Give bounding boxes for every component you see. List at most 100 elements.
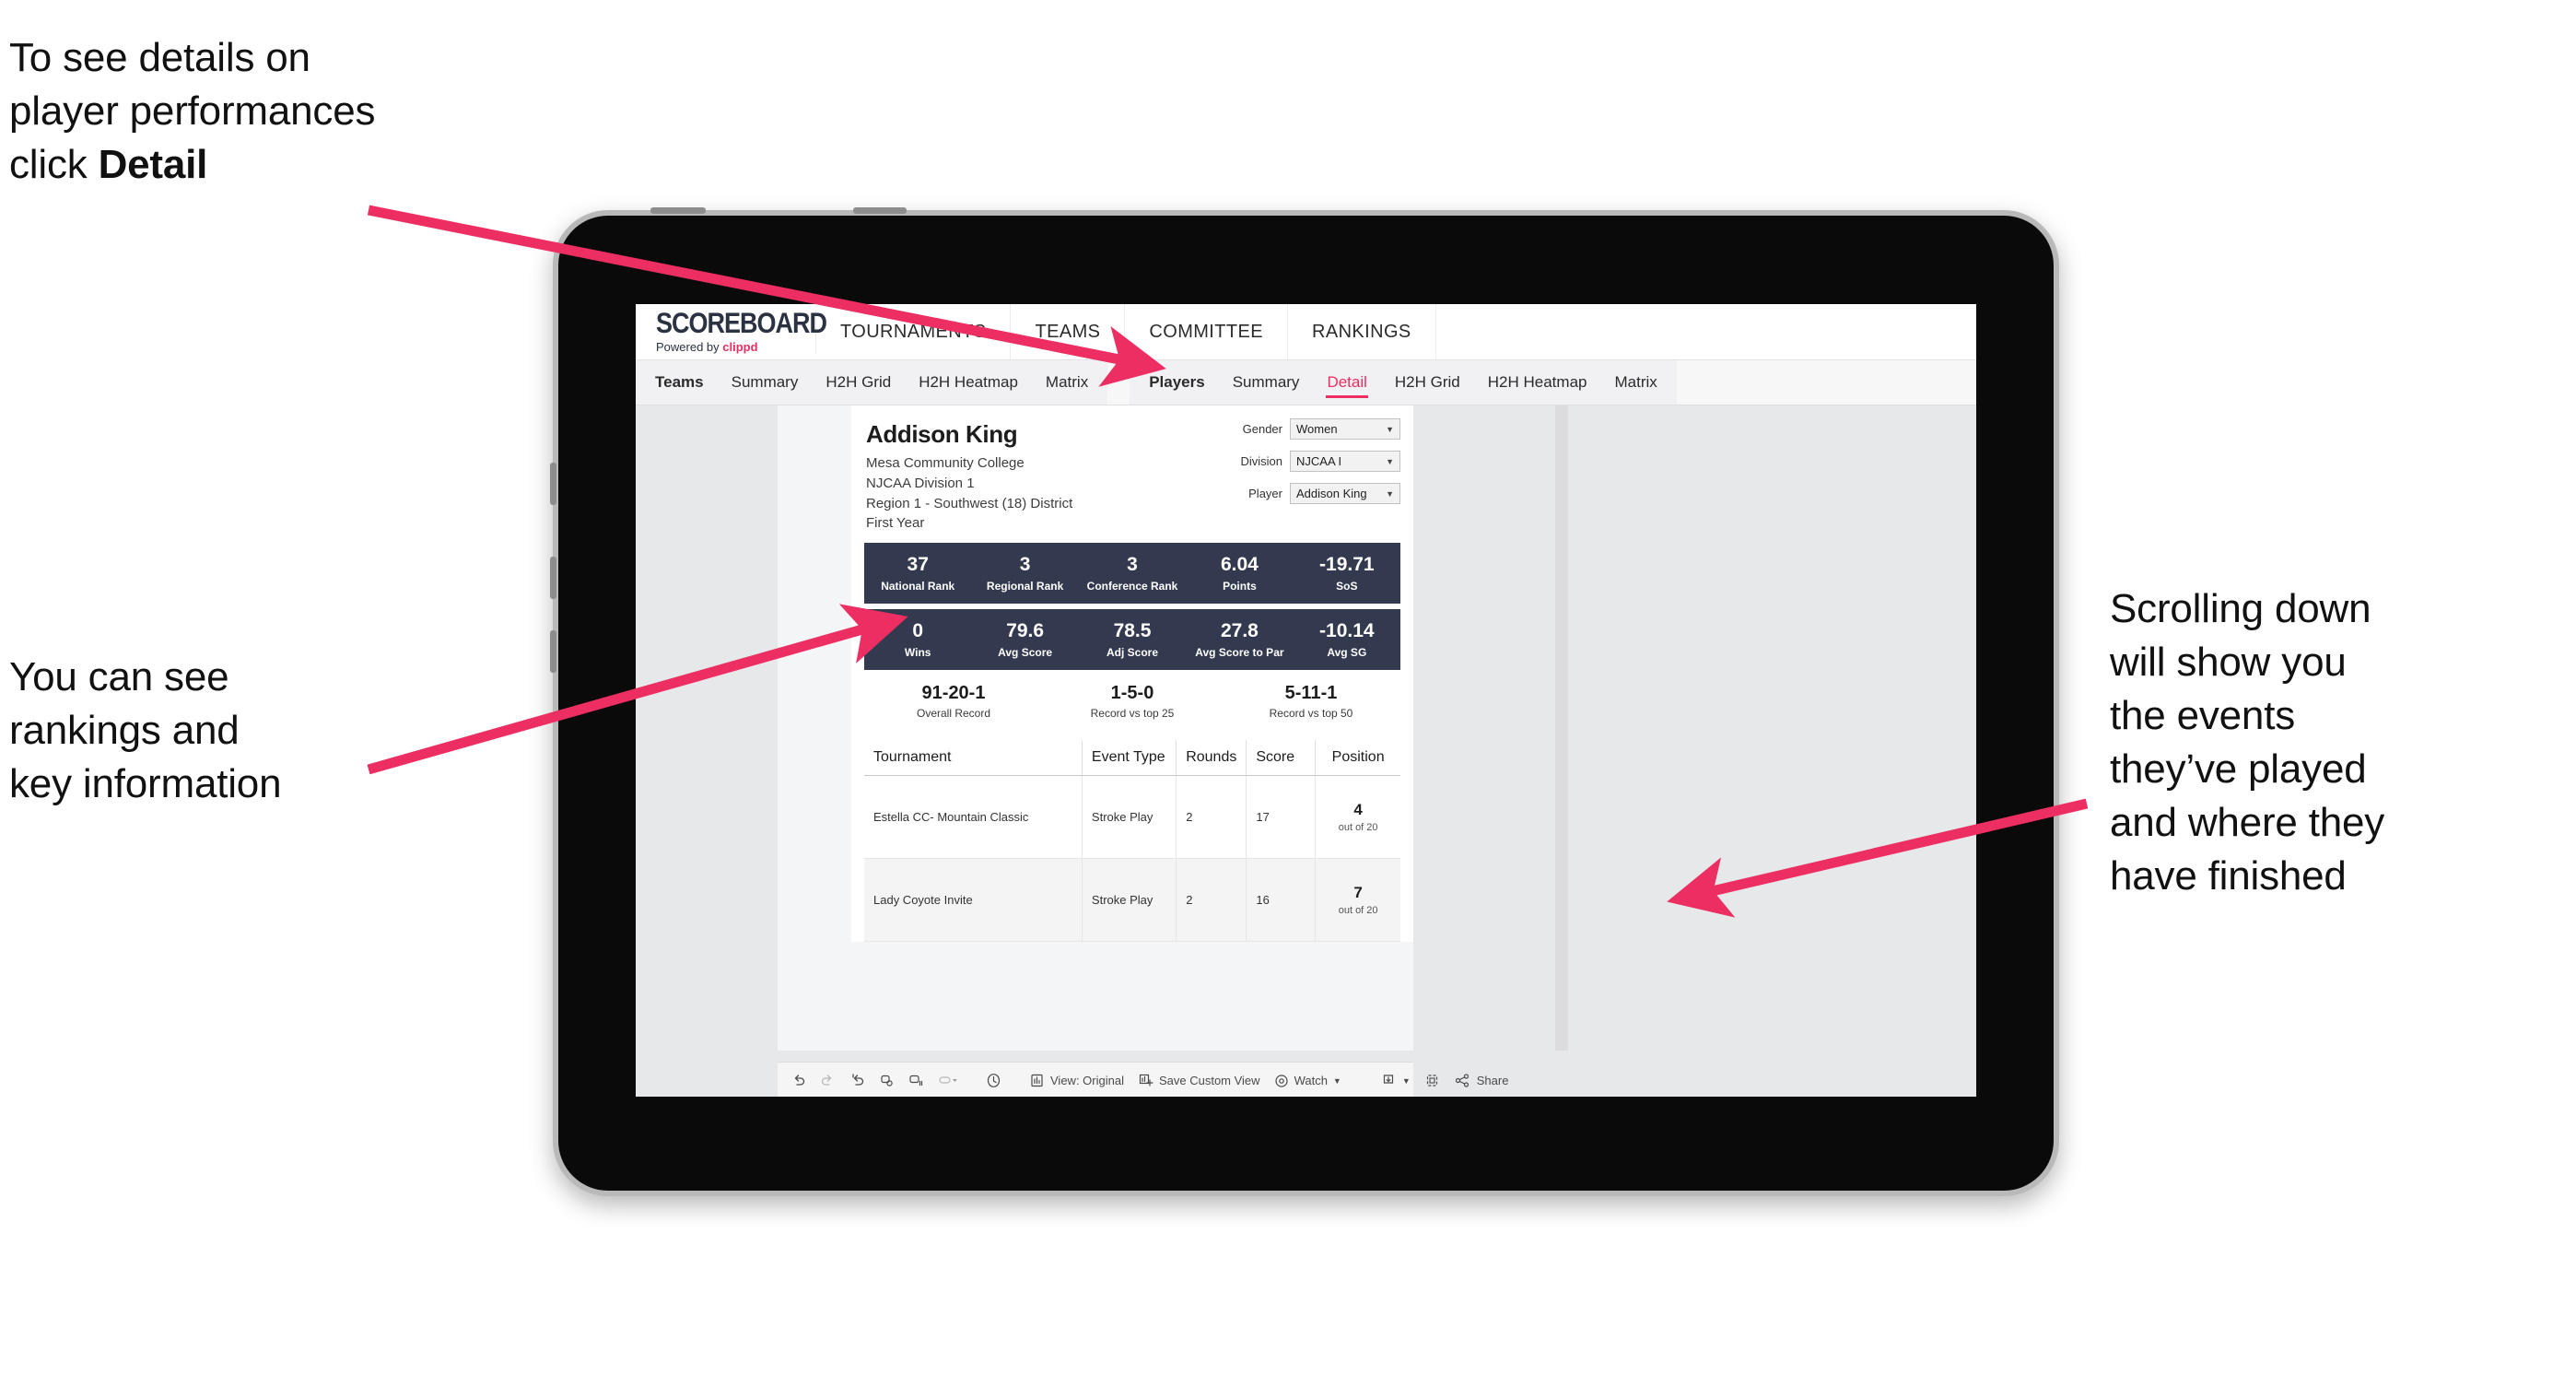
record-value: 1-5-0 bbox=[1110, 683, 1154, 703]
annotation-right-line5: and where they bbox=[2110, 800, 2385, 846]
subnav-players-h2h-grid[interactable]: H2H Grid bbox=[1381, 360, 1474, 405]
annotation-bottom-left-line1: You can see bbox=[9, 654, 229, 699]
annotation-bottom-left: You can see rankings and key information bbox=[9, 651, 442, 811]
filter-division: Division NJCAA I ▼ bbox=[1220, 451, 1400, 472]
stat-avg-sg: -10.14 Avg SG bbox=[1294, 609, 1400, 670]
player-detail-panel: Addison King Mesa Community College NJCA… bbox=[851, 405, 1413, 942]
stats-row-secondary: 0 Wins 79.6 Avg Score 78.5 Adj Score 27.… bbox=[864, 609, 1400, 670]
stat-sos: -19.71 SoS bbox=[1294, 543, 1400, 604]
revert-button[interactable] bbox=[849, 1073, 865, 1088]
stat-wins: 0 Wins bbox=[864, 609, 971, 670]
player-dropdown-value: Addison King bbox=[1296, 487, 1367, 500]
stat-value: 37 bbox=[907, 553, 929, 575]
annotation-top-left-line2: player performances bbox=[9, 88, 376, 135]
cell-position: 7 out of 20 bbox=[1315, 858, 1400, 942]
highlight-button[interactable] bbox=[938, 1073, 958, 1088]
stats-row-primary: 37 National Rank 3 Regional Rank 3 Confe… bbox=[864, 543, 1400, 604]
record-vs-top-50: 5-11-1 Record vs top 50 bbox=[1222, 683, 1400, 720]
stat-value: 0 bbox=[912, 619, 924, 641]
record-label: Overall Record bbox=[916, 707, 991, 720]
top-navigation-bar: SCOREBOARD Powered by clippd TOURNAMENTS… bbox=[636, 304, 1976, 360]
cell-event-type: Stroke Play bbox=[1082, 775, 1177, 859]
subnav-teams-h2h-grid[interactable]: H2H Grid bbox=[812, 360, 905, 405]
history-button[interactable] bbox=[985, 1072, 1002, 1089]
division-dropdown[interactable]: NJCAA I ▼ bbox=[1290, 451, 1400, 472]
stat-label: Points bbox=[1223, 580, 1257, 593]
players-tab-group: Players Summary Detail H2H Grid H2H Heat… bbox=[1130, 360, 1677, 405]
chevron-down-icon: ▼ bbox=[1386, 456, 1394, 466]
top-nav-committee[interactable]: COMMITTEE bbox=[1125, 304, 1288, 359]
top-nav-teams[interactable]: TEAMS bbox=[1011, 304, 1126, 359]
subnav-players-detail[interactable]: Detail bbox=[1313, 360, 1380, 405]
stat-value: 6.04 bbox=[1220, 553, 1259, 575]
redo-button[interactable] bbox=[820, 1073, 836, 1088]
column-header-tournament[interactable]: Tournament bbox=[864, 740, 1083, 776]
stat-regional-rank: 3 Regional Rank bbox=[971, 543, 1078, 604]
stat-label: Adj Score bbox=[1107, 646, 1159, 660]
column-header-rounds[interactable]: Rounds bbox=[1176, 740, 1247, 776]
record-label: Record vs top 50 bbox=[1269, 707, 1353, 720]
stat-value: 78.5 bbox=[1113, 619, 1152, 641]
view-icon bbox=[1031, 1074, 1043, 1087]
brand-logo[interactable]: SCOREBOARD Powered by clippd bbox=[636, 308, 827, 355]
dashboard-body: Addison King Mesa Community College NJCA… bbox=[636, 405, 1976, 1097]
brand-tagline-clippd: clippd bbox=[722, 340, 758, 355]
column-header-event-type[interactable]: Event Type bbox=[1082, 740, 1177, 776]
subnav-teams-header[interactable]: Teams bbox=[641, 360, 718, 405]
subnav-teams-h2h-heatmap[interactable]: H2H Heatmap bbox=[905, 360, 1032, 405]
sub-navigation-bar: Teams Summary H2H Grid H2H Heatmap Matri… bbox=[636, 360, 1976, 405]
stat-label: Conference Rank bbox=[1086, 580, 1178, 593]
share-label: Share bbox=[1476, 1074, 1509, 1087]
table-header-row: Tournament Event Type Rounds Score Posit… bbox=[864, 740, 1400, 776]
view-original-button[interactable]: View: Original bbox=[1029, 1073, 1124, 1088]
undo-button[interactable] bbox=[790, 1073, 806, 1088]
save-custom-view-label: Save Custom View bbox=[1158, 1074, 1260, 1087]
subnav-players-h2h-heatmap[interactable]: H2H Heatmap bbox=[1474, 360, 1601, 405]
save-view-icon bbox=[1139, 1074, 1153, 1086]
teams-tab-group: Teams Summary H2H Grid H2H Heatmap Matri… bbox=[636, 360, 1108, 405]
stat-label: National Rank bbox=[881, 580, 955, 593]
annotation-top-left-line1: To see details on bbox=[9, 35, 310, 80]
tablet-side-button-1 bbox=[550, 463, 556, 505]
table-row[interactable]: Lady Coyote Invite Stroke Play 2 16 7 ou… bbox=[864, 858, 1400, 942]
share-icon bbox=[1455, 1074, 1469, 1087]
filter-gender: Gender Women ▼ bbox=[1220, 418, 1400, 440]
subnav-teams-matrix[interactable]: Matrix bbox=[1032, 360, 1102, 405]
top-nav-rankings[interactable]: RANKINGS bbox=[1288, 304, 1436, 359]
gender-dropdown-value: Women bbox=[1296, 422, 1338, 436]
cell-rounds: 2 bbox=[1176, 775, 1247, 859]
refresh-button[interactable] bbox=[879, 1073, 895, 1088]
subnav-teams-summary[interactable]: Summary bbox=[718, 360, 813, 405]
annotation-top-left-line3-bold: Detail bbox=[98, 142, 208, 188]
subnav-players-summary[interactable]: Summary bbox=[1219, 360, 1314, 405]
record-label: Record vs top 25 bbox=[1090, 707, 1175, 720]
gender-dropdown[interactable]: Women ▼ bbox=[1290, 418, 1400, 440]
annotation-top-left-line3: click Detail bbox=[9, 138, 599, 192]
top-nav-tournaments[interactable]: TOURNAMENTS bbox=[816, 304, 1012, 359]
stat-value: 3 bbox=[1019, 553, 1031, 575]
stat-label: Avg Score bbox=[998, 646, 1053, 660]
save-custom-view-button[interactable]: Save Custom View bbox=[1138, 1073, 1260, 1088]
watch-button[interactable]: Watch ▼ bbox=[1274, 1074, 1341, 1088]
column-header-position[interactable]: Position bbox=[1315, 740, 1400, 776]
download-button[interactable]: ▼ bbox=[1381, 1073, 1411, 1088]
brand-tagline: Powered by clippd bbox=[656, 340, 815, 354]
subnav-players-header[interactable]: Players bbox=[1135, 360, 1219, 405]
table-row[interactable]: Estella CC- Mountain Classic Stroke Play… bbox=[864, 775, 1400, 859]
stat-label: Wins bbox=[904, 646, 931, 660]
share-button[interactable]: Share bbox=[1454, 1073, 1509, 1088]
column-header-score[interactable]: Score bbox=[1246, 740, 1317, 776]
player-dropdown[interactable]: Addison King ▼ bbox=[1290, 483, 1400, 504]
stat-avg-score-to-par: 27.8 Avg Score to Par bbox=[1186, 609, 1293, 670]
fullscreen-button[interactable] bbox=[1424, 1073, 1440, 1088]
stat-adj-score: 78.5 Adj Score bbox=[1079, 609, 1186, 670]
pause-button[interactable] bbox=[908, 1073, 924, 1088]
annotation-top-left-line3-pre: click bbox=[9, 142, 99, 188]
filter-division-label: Division bbox=[1240, 454, 1282, 468]
stat-points: 6.04 Points bbox=[1186, 543, 1293, 604]
annotation-right-line3: the events bbox=[2110, 693, 2296, 739]
stat-label: Avg Score to Par bbox=[1195, 646, 1284, 660]
subnav-players-matrix[interactable]: Matrix bbox=[1600, 360, 1670, 405]
chevron-down-icon: ▼ bbox=[1386, 424, 1394, 434]
position-sub: out of 20 bbox=[1338, 905, 1378, 916]
